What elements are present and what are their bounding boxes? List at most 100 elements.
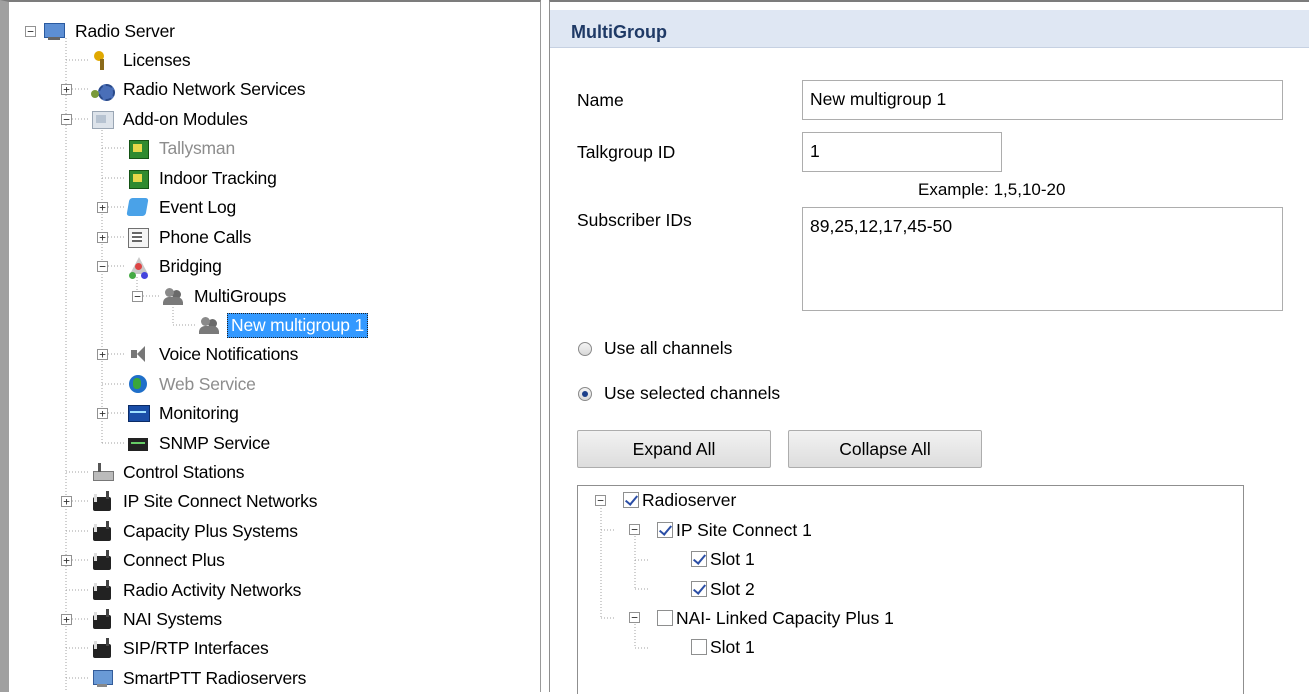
gear-icon	[90, 78, 115, 101]
tree-item-bridging[interactable]: Bridging	[126, 253, 225, 279]
tree-item-radio-network-services[interactable]: Radio Network Services	[90, 76, 308, 102]
tree-item-label: Monitoring	[159, 402, 239, 423]
talkgroup-id-field[interactable]: 1	[802, 132, 1002, 172]
collapse-toggle[interactable]: −	[61, 114, 72, 125]
tree-item-label: SNMP Service	[159, 432, 271, 453]
radio-icon	[90, 520, 114, 542]
tree-item-label: Event Log	[159, 196, 237, 217]
tree-item-label: IP Site Connect Networks	[123, 490, 318, 511]
channel-item-slot-1[interactable]: Slot 1	[691, 634, 755, 660]
tree-item-add-on-modules[interactable]: Add-on Modules	[90, 106, 251, 132]
expand-toggle[interactable]: +	[61, 496, 72, 507]
collapse-toggle[interactable]: −	[25, 26, 36, 37]
radio-icon	[90, 579, 114, 601]
tree-item-nai-systems[interactable]: NAI Systems	[90, 606, 225, 632]
tree-item-label: Web Service	[159, 373, 256, 394]
channels-tree[interactable]: − − − Radioserver IP Site Connect 1 Slot…	[577, 485, 1244, 694]
tree-item-control-stations[interactable]: Control Stations	[90, 459, 247, 485]
tree-item-label: NAI Systems	[123, 608, 222, 629]
tree-item-label: Voice Notifications	[159, 343, 299, 364]
tree-item-label: Radio Activity Networks	[123, 579, 302, 600]
subscriber-ids-label: Subscriber IDs	[577, 210, 692, 230]
checkbox-checked[interactable]	[657, 522, 673, 538]
addon-modules-icon	[90, 108, 114, 130]
use-all-channels-option[interactable]: Use all channels	[578, 338, 732, 359]
pc-icon	[90, 667, 114, 689]
tree-item-multigroups[interactable]: MultiGroups	[161, 283, 289, 309]
tree-item-tallysman[interactable]: Tallysman	[126, 135, 238, 161]
radio-icon	[90, 490, 114, 512]
tree-item-label: Connect Plus	[123, 549, 225, 570]
name-label: Name	[577, 90, 624, 110]
channel-item-ip-site-connect-1[interactable]: IP Site Connect 1	[657, 517, 812, 543]
tree-item-licenses[interactable]: Licenses	[90, 47, 193, 73]
expand-toggle[interactable]: +	[61, 555, 72, 566]
tree-item-snmp-service[interactable]: SNMP Service	[126, 430, 273, 456]
subscriber-ids-field[interactable]: 89,25,12,17,45-50	[802, 207, 1283, 311]
tree-item-capacity-plus-systems[interactable]: Capacity Plus Systems	[90, 518, 301, 544]
collapse-all-button[interactable]: Collapse All	[788, 430, 982, 468]
channel-item-label: Slot 1	[710, 636, 755, 657]
tree-item-phone-calls[interactable]: Phone Calls	[126, 224, 254, 250]
expand-toggle[interactable]: +	[61, 614, 72, 625]
radio-button-selected[interactable]	[578, 386, 592, 401]
channel-item-label: NAI- Linked Capacity Plus 1	[676, 607, 894, 628]
server-icon	[42, 20, 66, 42]
subscriber-ids-example-hint: Example: 1,5,10-20	[918, 180, 1066, 199]
channel-item-label: Slot 1	[710, 548, 755, 569]
tree-item-label: SIP/RTP Interfaces	[123, 637, 269, 658]
expand-toggle[interactable]: +	[97, 202, 108, 213]
tree-item-label: Tallysman	[159, 137, 236, 158]
group-icon	[197, 314, 221, 336]
tree-item-connect-plus[interactable]: Connect Plus	[90, 547, 228, 573]
settings-tree[interactable]: − + − + + − − + + + + + Radio Server Lic…	[0, 0, 541, 692]
channel-item-slot-2[interactable]: Slot 2	[691, 576, 755, 602]
expand-toggle[interactable]: +	[97, 232, 108, 243]
collapse-toggle[interactable]: −	[595, 495, 606, 506]
radio-icon	[90, 637, 114, 659]
collapse-toggle[interactable]: −	[132, 291, 143, 302]
checkbox-checked[interactable]	[691, 551, 707, 567]
collapse-toggle[interactable]: −	[629, 612, 640, 623]
tree-item-label: New multigroup 1	[227, 312, 368, 338]
radio-icon	[90, 608, 114, 630]
group-icon	[161, 285, 185, 307]
checkbox-checked[interactable]	[623, 492, 639, 508]
tree-item-monitoring[interactable]: Monitoring	[126, 400, 242, 426]
expand-all-button[interactable]: Expand All	[577, 430, 771, 468]
tree-item-label: Bridging	[159, 255, 222, 276]
tree-item-radio-server[interactable]: Radio Server	[42, 18, 178, 44]
collapse-toggle[interactable]: −	[97, 261, 108, 272]
phone-icon	[126, 226, 150, 248]
radio-button[interactable]	[578, 341, 592, 356]
channel-item-radioserver[interactable]: Radioserver	[623, 487, 736, 513]
tree-item-smartptt-radioservers[interactable]: SmartPTT Radioservers	[90, 665, 309, 691]
channel-item-nai-linked-capacity-plus-1[interactable]: NAI- Linked Capacity Plus 1	[657, 605, 894, 631]
expand-toggle[interactable]: +	[97, 408, 108, 419]
name-field[interactable]: New multigroup 1	[802, 80, 1283, 120]
tree-item-label: Indoor Tracking	[159, 167, 277, 188]
checkbox-unchecked[interactable]	[691, 639, 707, 655]
tree-item-label: Add-on Modules	[123, 108, 248, 129]
tree-item-sip-rtp-interfaces[interactable]: SIP/RTP Interfaces	[90, 635, 272, 661]
use-all-channels-label: Use all channels	[604, 338, 733, 358]
tree-item-new-multigroup-1[interactable]: New multigroup 1	[197, 312, 368, 338]
channel-item-slot-1[interactable]: Slot 1	[691, 546, 755, 572]
use-selected-channels-option[interactable]: Use selected channels	[578, 383, 780, 404]
tree-item-label: Capacity Plus Systems	[123, 520, 298, 541]
tree-item-radio-activity-networks[interactable]: Radio Activity Networks	[90, 577, 304, 603]
expand-toggle[interactable]: +	[61, 84, 72, 95]
tree-item-web-service[interactable]: Web Service	[126, 371, 259, 397]
channel-item-label: Radioserver	[642, 489, 737, 510]
tree-item-ip-site-connect-networks[interactable]: IP Site Connect Networks	[90, 488, 320, 514]
checkbox-checked[interactable]	[691, 581, 707, 597]
tree-item-event-log[interactable]: Event Log	[126, 194, 239, 220]
tree-item-indoor-tracking[interactable]: Indoor Tracking	[126, 165, 280, 191]
monitor-icon	[126, 402, 150, 424]
checkbox-unchecked[interactable]	[657, 610, 673, 626]
control-station-icon	[90, 461, 114, 483]
tree-item-voice-notifications[interactable]: Voice Notifications	[126, 341, 301, 367]
collapse-toggle[interactable]: −	[629, 524, 640, 535]
snmp-icon	[126, 432, 150, 454]
expand-toggle[interactable]: +	[97, 349, 108, 360]
